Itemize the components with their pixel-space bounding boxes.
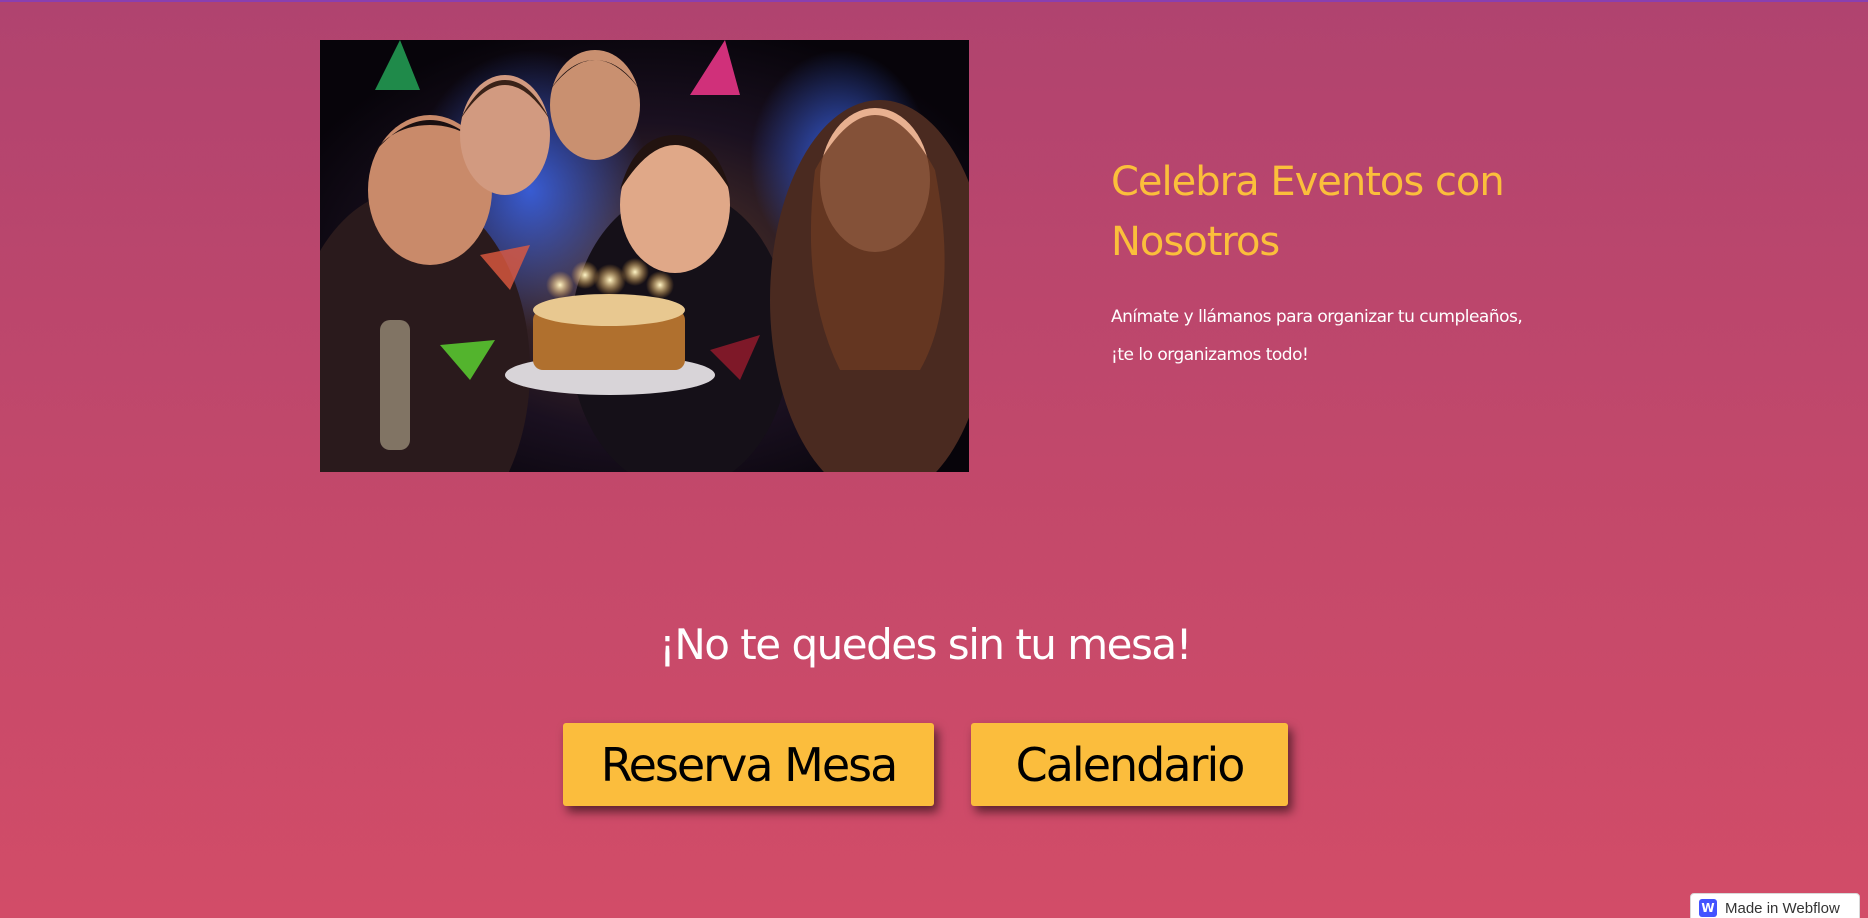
events-title: Celebra Eventos con Nosotros [1111,159,1505,265]
webflow-logo-icon: W [1699,899,1717,917]
made-in-webflow-badge[interactable]: W Made in Webflow [1690,893,1860,918]
events-description: Anímate y llámanos para organizar tu cum… [1111,307,1523,365]
party-photo [320,40,969,472]
reservation-heading: ¡No te quedes sin tu mesa! [659,620,1192,669]
top-border [0,0,1868,2]
calendar-button[interactable]: Calendario [971,723,1288,806]
badge-label: Made in Webflow [1725,899,1840,917]
reserve-table-button[interactable]: Reserva Mesa [563,723,934,806]
